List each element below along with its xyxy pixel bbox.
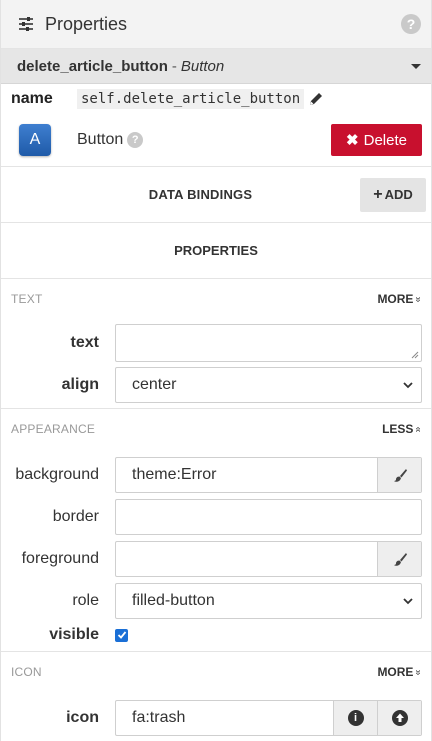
background-value: theme:Error xyxy=(132,466,217,483)
chevron-down-icon: » xyxy=(412,669,424,675)
prop-text-label: text xyxy=(70,334,99,351)
delete-label: Delete xyxy=(363,131,407,149)
section-appearance-name: APPEARANCE xyxy=(11,422,96,436)
panel-title: Properties xyxy=(45,13,128,34)
chevron-up-icon: » xyxy=(412,426,424,432)
upload-icon xyxy=(391,710,408,726)
close-icon: ✖ xyxy=(346,132,359,149)
section-text-toggle[interactable]: MORE xyxy=(377,292,413,306)
prop-align: align center xyxy=(1,367,431,403)
component-selector[interactable]: delete_article_button - Button xyxy=(1,49,431,84)
icon-value: fa:trash xyxy=(132,709,186,726)
prop-text: text xyxy=(1,324,431,362)
align-select[interactable]: center xyxy=(115,367,422,403)
section-text-name: TEXT xyxy=(11,292,43,306)
chevron-down-icon xyxy=(411,63,421,69)
role-value: filled-button xyxy=(132,592,215,609)
check-icon xyxy=(117,631,126,639)
prop-border-label: border xyxy=(52,508,99,525)
component-name-value[interactable]: self.delete_article_button xyxy=(77,89,305,109)
chevron-down-icon xyxy=(403,598,413,605)
visible-checkbox[interactable] xyxy=(115,628,128,642)
prop-border: border xyxy=(1,499,431,535)
panel-header: Properties ? xyxy=(1,0,431,49)
chevron-down-icon: » xyxy=(412,296,424,302)
prop-align-label: align xyxy=(61,376,99,393)
foreground-input[interactable] xyxy=(115,541,422,577)
section-icon-toggle[interactable]: MORE xyxy=(377,665,413,679)
prop-role: role filled-button xyxy=(1,583,431,619)
color-picker-button[interactable] xyxy=(377,458,421,492)
text-input[interactable] xyxy=(115,324,422,362)
role-select[interactable]: filled-button xyxy=(115,583,422,619)
chevron-down-icon xyxy=(403,382,413,389)
icon-info-button[interactable]: i xyxy=(333,701,377,735)
data-bindings-row: DATA BINDINGS + ADD xyxy=(1,167,431,223)
properties-title: PROPERTIES xyxy=(1,223,431,279)
prop-icon-label: icon xyxy=(66,709,99,726)
icon-upload-button[interactable] xyxy=(377,701,421,735)
section-icon-name: ICON xyxy=(11,665,42,679)
component-separator: - xyxy=(171,57,177,75)
help-icon[interactable]: ? xyxy=(127,132,144,148)
section-appearance-toggle[interactable]: LESS xyxy=(382,422,413,436)
brush-icon xyxy=(393,469,407,482)
prop-role-label: role xyxy=(72,592,99,609)
align-value: center xyxy=(132,376,177,393)
component-name: delete_article_button xyxy=(17,57,168,75)
info-icon: i xyxy=(347,710,364,726)
section-appearance: APPEARANCE LESS » xyxy=(1,408,431,449)
prop-background-label: background xyxy=(15,466,99,483)
prop-visible-label: visible xyxy=(49,626,99,643)
data-bindings-title: DATA BINDINGS xyxy=(148,187,253,202)
name-label: name xyxy=(11,90,53,107)
component-type-row: A Button ? ✖ Delete xyxy=(1,114,431,167)
prop-foreground: foreground xyxy=(1,541,431,577)
brush-icon xyxy=(393,553,407,566)
help-icon[interactable]: ? xyxy=(401,14,421,34)
prop-visible: visible xyxy=(1,619,431,651)
button-type-icon: A xyxy=(19,124,51,156)
properties-panel: Properties ? delete_article_button - But… xyxy=(0,0,432,741)
pencil-icon[interactable] xyxy=(308,91,324,107)
add-binding-button[interactable]: + ADD xyxy=(360,177,426,212)
prop-icon: icon fa:trash i xyxy=(1,700,431,736)
section-text: TEXT MORE » xyxy=(1,279,431,319)
name-row: name self.delete_article_button xyxy=(1,84,431,114)
sliders-icon xyxy=(19,17,33,31)
component-type: Button xyxy=(180,57,225,75)
plus-icon: + xyxy=(373,185,383,203)
add-label: ADD xyxy=(384,187,413,202)
section-icon: ICON MORE » xyxy=(1,651,431,692)
prop-foreground-label: foreground xyxy=(21,550,99,567)
background-input[interactable]: theme:Error xyxy=(115,457,422,493)
color-picker-button[interactable] xyxy=(377,542,421,576)
icon-input[interactable]: fa:trash i xyxy=(115,700,422,736)
type-name: Button xyxy=(77,131,124,148)
border-input[interactable] xyxy=(115,499,422,535)
prop-background: background theme:Error xyxy=(1,457,431,493)
resize-handle-icon[interactable] xyxy=(411,351,419,359)
delete-button[interactable]: ✖ Delete xyxy=(331,124,422,156)
